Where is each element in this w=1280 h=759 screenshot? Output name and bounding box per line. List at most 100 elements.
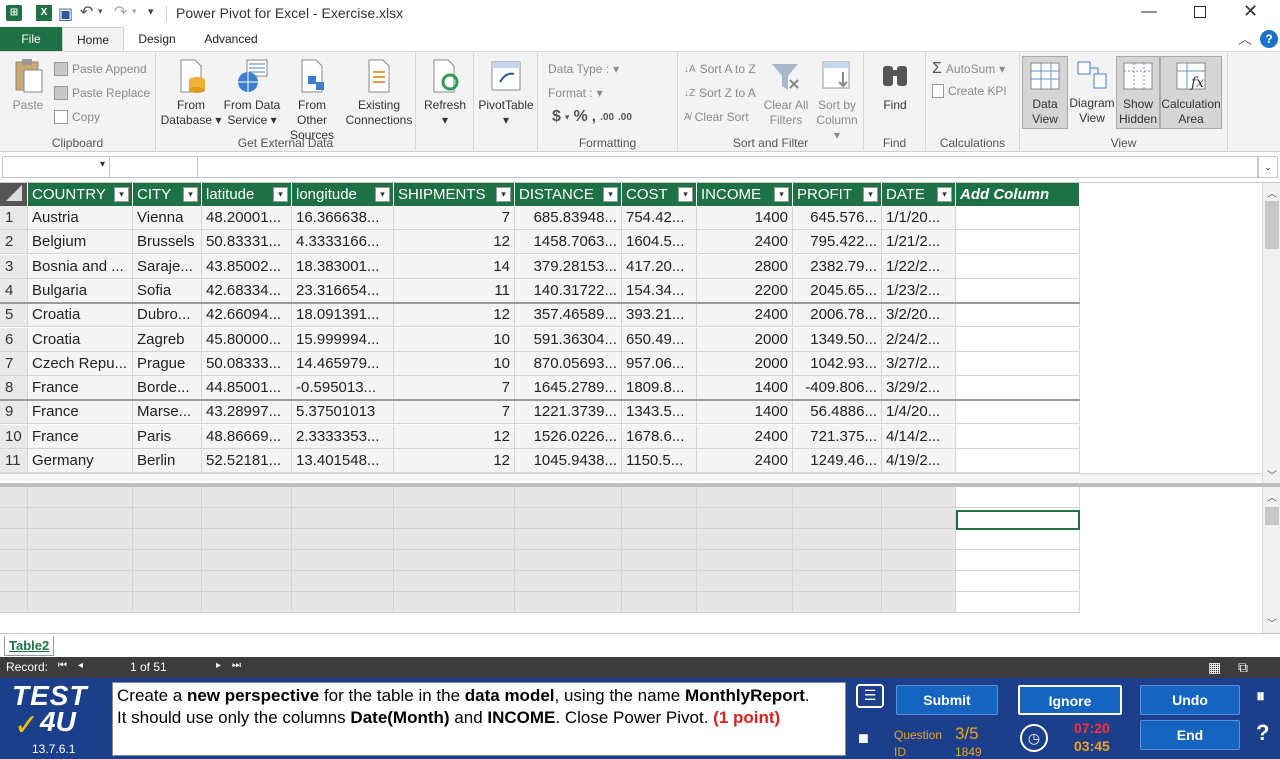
cell-date[interactable]: 1/23/2... — [882, 278, 956, 303]
collapse-ribbon-icon[interactable]: ︿ — [1238, 29, 1252, 49]
calc-cell[interactable] — [956, 487, 1080, 508]
calc-cell[interactable] — [515, 550, 622, 571]
cell-income[interactable]: 2400 — [697, 230, 793, 255]
comma-button[interactable]: , — [592, 108, 596, 126]
cell-date[interactable]: 2/24/2... — [882, 327, 956, 352]
add-column-cell[interactable] — [956, 278, 1080, 303]
cell-shipments[interactable]: 11 — [394, 278, 515, 303]
calc-cell[interactable] — [515, 571, 622, 592]
cell-cost[interactable]: 754.42... — [622, 206, 697, 230]
cell-longitude[interactable]: 18.383001... — [292, 254, 394, 279]
format-dropdown[interactable]: Format : ▾ — [548, 86, 603, 100]
table-row[interactable]: 7 Czech Repu... Prague 50.08333... 14.465979… — [0, 351, 1262, 376]
calc-cell[interactable] — [697, 550, 793, 571]
first-record-icon[interactable]: ⏮ — [58, 660, 67, 671]
cell-distance[interactable]: 1458.7063... — [515, 230, 622, 255]
cell-distance[interactable]: 140.31722... — [515, 278, 622, 303]
cell-shipments[interactable]: 12 — [394, 449, 515, 473]
pause-icon[interactable]: ⏸ — [1256, 686, 1265, 707]
from-database-button[interactable]: From Database ▾ — [160, 58, 222, 128]
percent-button[interactable]: % — [573, 108, 587, 126]
cell-distance[interactable]: 591.36304... — [515, 327, 622, 352]
filter-dropdown-icon[interactable]: ▾ — [496, 187, 511, 202]
calc-cell[interactable] — [882, 508, 956, 529]
cell-city[interactable]: Sofia — [133, 278, 202, 303]
clear-all-filters-button[interactable]: Clear All Filters — [762, 58, 810, 128]
calc-cell[interactable] — [394, 550, 515, 571]
calc-cell[interactable] — [394, 592, 515, 613]
cell-latitude[interactable]: 42.68334... — [202, 278, 292, 303]
cell-city[interactable]: Paris — [133, 424, 202, 449]
add-column-cell[interactable] — [956, 400, 1080, 425]
calc-cell[interactable] — [28, 508, 133, 529]
calc-cell[interactable] — [292, 592, 394, 613]
cell-shipments[interactable]: 10 — [394, 327, 515, 352]
cell-distance[interactable]: 685.83948... — [515, 206, 622, 230]
paste-append-button[interactable]: Paste Append — [54, 62, 147, 76]
cell-date[interactable]: 3/29/2... — [882, 376, 956, 401]
show-hidden-button[interactable]: Show Hidden — [1116, 56, 1160, 129]
sort-az-button[interactable]: ↓A Sort A to Z — [684, 62, 756, 76]
help-question-icon[interactable]: ? — [1256, 720, 1269, 746]
column-header-profit[interactable]: PROFIT ▾ — [793, 183, 882, 206]
redo-icon[interactable]: ↷ — [114, 2, 127, 22]
calc-scroll-thumb[interactable] — [1265, 507, 1279, 525]
cell-shipments[interactable]: 12 — [394, 230, 515, 255]
column-header-shipments[interactable]: SHIPMENTS ▾ — [394, 183, 515, 206]
cell-distance[interactable]: 1526.0226... — [515, 424, 622, 449]
calc-cell[interactable] — [793, 571, 882, 592]
cell-shipments[interactable]: 7 — [394, 400, 515, 425]
cell-profit[interactable]: 56.4886... — [793, 400, 882, 425]
cell-profit[interactable]: 1349.50... — [793, 327, 882, 352]
cell-date[interactable]: 1/4/20... — [882, 400, 956, 425]
add-column-cell[interactable] — [956, 351, 1080, 376]
cell-country[interactable]: Austria — [28, 206, 133, 230]
copy-button[interactable]: Copy — [54, 110, 100, 124]
calculation-area-button[interactable]: fx Calculation Area — [1160, 56, 1222, 129]
from-data-service-button[interactable]: From Data Service ▾ — [222, 58, 282, 128]
calc-cell[interactable] — [133, 529, 202, 550]
name-box[interactable]: ▾ — [2, 156, 110, 178]
cell-longitude[interactable]: 4.3333166... — [292, 230, 394, 255]
scroll-down-icon[interactable]: ﹀ — [1267, 467, 1277, 482]
calc-cell[interactable] — [882, 571, 956, 592]
cell-date[interactable]: 4/14/2... — [882, 424, 956, 449]
calc-cell[interactable] — [202, 571, 292, 592]
table-row[interactable]: 9 France Marse... 43.28997... 5.37501013 7 122… — [0, 400, 1262, 425]
undo-dropdown-icon[interactable]: ▾ — [98, 6, 103, 17]
cell-income[interactable]: 2200 — [697, 278, 793, 303]
tab-design[interactable]: Design — [126, 27, 188, 51]
cell-distance[interactable]: 870.05693... — [515, 351, 622, 376]
cell-longitude[interactable]: 15.999994... — [292, 327, 394, 352]
add-column-cell[interactable] — [956, 327, 1080, 352]
cell-distance[interactable]: 1045.9438... — [515, 449, 622, 473]
sort-za-button[interactable]: ↓Z Sort Z to A — [684, 86, 756, 100]
filter-dropdown-icon[interactable]: ▾ — [375, 187, 390, 202]
qat-customize-icon[interactable]: ▾ — [148, 5, 154, 18]
cell-city[interactable]: Dubro... — [133, 303, 202, 328]
calc-cell[interactable] — [394, 487, 515, 508]
add-column-cell[interactable] — [956, 230, 1080, 255]
filter-dropdown-icon[interactable]: ▾ — [678, 187, 693, 202]
grid-vertical-scrollbar[interactable]: ︿ ﹀ — [1262, 183, 1280, 483]
cell-country[interactable]: Croatia — [28, 303, 133, 328]
cell-profit[interactable]: 2382.79... — [793, 254, 882, 279]
calc-cell[interactable] — [28, 529, 133, 550]
cell-city[interactable]: Vienna — [133, 206, 202, 230]
column-header-date[interactable]: DATE ▾ — [882, 183, 956, 206]
prev-record-icon[interactable]: ◂ — [78, 660, 83, 671]
cell-cost[interactable]: 1604.5... — [622, 230, 697, 255]
table-row[interactable]: 6 Croatia Zagreb 45.80000... 15.999994... 10 5… — [0, 327, 1262, 352]
filter-dropdown-icon[interactable]: ▾ — [603, 187, 618, 202]
cell-city[interactable]: Borde... — [133, 376, 202, 401]
name-box-dropdown-icon[interactable]: ▾ — [100, 159, 105, 170]
cell-cost[interactable]: 393.21... — [622, 303, 697, 328]
cell-cost[interactable]: 1809.8... — [622, 376, 697, 401]
cell-shipments[interactable]: 7 — [394, 206, 515, 230]
tab-advanced[interactable]: Advanced — [194, 27, 268, 51]
select-all-corner[interactable] — [0, 183, 28, 206]
calc-cell[interactable] — [956, 550, 1080, 571]
cell-income[interactable]: 1400 — [697, 206, 793, 230]
cell-city[interactable]: Marse... — [133, 400, 202, 425]
cell-cost[interactable]: 154.34... — [622, 278, 697, 303]
